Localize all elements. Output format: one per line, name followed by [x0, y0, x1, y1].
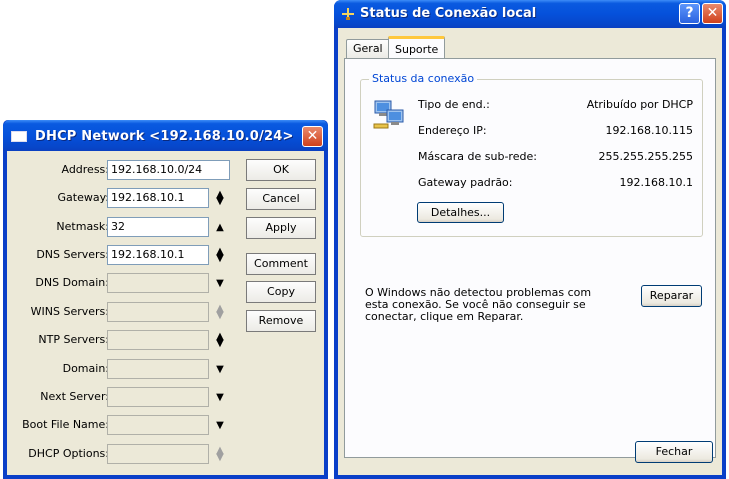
- next-server-row: Next Server: ▼: [7, 387, 247, 408]
- info-row: Tipo de end.: Atribuído por DHCP: [418, 98, 693, 114]
- dns-servers-row: DNS Servers: 192.168.10.1 ▲ ▼: [7, 245, 247, 266]
- up-arrow-icon[interactable]: ▲: [214, 223, 226, 238]
- dns-servers-label: DNS Servers:: [36, 248, 109, 261]
- connection-status-group: Status da conexão Tipo de end.: Atribuíd: [360, 72, 703, 237]
- gateway-label: Gateway:: [57, 191, 110, 204]
- dhcp-titlebar[interactable]: DHCP Network <192.168.10.0/24> ✕: [3, 120, 328, 151]
- domain-input[interactable]: [107, 359, 209, 379]
- dhcp-options-input[interactable]: [107, 444, 209, 464]
- dhcp-options-label: DHCP Options:: [28, 447, 109, 460]
- down-arrow-icon[interactable]: ▼: [214, 393, 226, 408]
- address-label: Address:: [61, 163, 109, 176]
- dhcp-network-window: DHCP Network <192.168.10.0/24> ✕ Address…: [3, 120, 328, 479]
- ntp-servers-row: NTP Servers: ▲ ▼: [7, 330, 247, 351]
- boot-file-name-label: Boot File Name:: [22, 418, 109, 431]
- suporte-panel: Status da conexão Tipo de end.: Atribuíd: [344, 58, 716, 458]
- default-gateway-value: 192.168.10.1: [619, 176, 693, 189]
- dhcp-client-area: Address: 192.168.10.0/24 Gateway: 192.16…: [7, 151, 324, 475]
- wins-servers-row: WINS Servers: ▲ ▼: [7, 302, 247, 323]
- up-down-arrows-icon[interactable]: ▲ ▼: [214, 332, 226, 349]
- domain-row: Domain: ▼: [7, 359, 247, 380]
- up-down-arrows-icon[interactable]: ▲ ▼: [214, 304, 226, 321]
- info-row: Endereço IP: 192.168.10.115: [418, 124, 693, 140]
- address-type-label: Tipo de end.:: [418, 98, 490, 111]
- up-down-arrows-icon[interactable]: ▲ ▼: [214, 446, 226, 463]
- down-arrow-icon[interactable]: ▼: [214, 421, 226, 436]
- cancel-button[interactable]: Cancel: [246, 188, 316, 210]
- netmask-input[interactable]: 32: [107, 217, 209, 237]
- close-button[interactable]: Fechar: [635, 441, 713, 463]
- down-arrow-icon[interactable]: ▼: [214, 279, 226, 294]
- network-icon: [341, 7, 355, 21]
- netmask-label: Netmask:: [56, 220, 109, 233]
- down-arrow-icon[interactable]: ▼: [214, 365, 226, 380]
- ntp-servers-label: NTP Servers:: [38, 333, 109, 346]
- next-server-input[interactable]: [107, 387, 209, 407]
- apply-button[interactable]: Apply: [246, 217, 316, 239]
- wins-servers-input[interactable]: [107, 302, 209, 322]
- comment-button[interactable]: Comment: [246, 253, 316, 275]
- status-titlebar[interactable]: Status de Conexão local ? ✕: [334, 0, 726, 28]
- boot-file-name-row: Boot File Name: ▼: [7, 415, 247, 436]
- dhcp-options-row: DHCP Options: ▲ ▼: [7, 444, 247, 465]
- netmask-row: Netmask: 32 ▲: [7, 217, 247, 238]
- close-window-button[interactable]: ✕: [702, 3, 723, 24]
- remove-button[interactable]: Remove: [246, 310, 316, 332]
- status-window-title: Status de Conexão local: [360, 6, 537, 21]
- up-down-arrows-icon[interactable]: ▲ ▼: [214, 190, 226, 207]
- subnet-mask-label: Máscara de sub-rede:: [418, 150, 537, 163]
- status-client-area: Geral Suporte Status da conexão Tipo de …: [338, 28, 722, 475]
- copy-button[interactable]: Copy: [246, 281, 316, 303]
- tab-geral[interactable]: Geral: [346, 39, 390, 58]
- close-window-button[interactable]: ✕: [302, 126, 323, 147]
- dhcp-window-title: DHCP Network <192.168.10.0/24>: [35, 129, 294, 144]
- address-input[interactable]: 192.168.10.0/24: [107, 160, 230, 180]
- subnet-mask-value: 255.255.255.255: [598, 150, 693, 163]
- tab-suporte[interactable]: Suporte: [388, 36, 446, 58]
- status-window: Status de Conexão local ? ✕ Geral Suport…: [334, 0, 726, 479]
- ip-address-label: Endereço IP:: [418, 124, 487, 137]
- default-gateway-label: Gateway padrão:: [418, 176, 513, 189]
- dns-domain-label: DNS Domain:: [35, 276, 109, 289]
- help-button[interactable]: ?: [679, 3, 700, 24]
- gateway-input[interactable]: 192.168.10.1: [107, 188, 209, 208]
- dns-servers-input[interactable]: 192.168.10.1: [107, 245, 209, 265]
- next-server-label: Next Server:: [40, 390, 109, 403]
- dns-domain-input[interactable]: [107, 273, 209, 293]
- group-title: Status da conexão: [369, 72, 478, 85]
- up-down-arrows-icon[interactable]: ▲ ▼: [214, 247, 226, 264]
- address-type-value: Atribuído por DHCP: [586, 98, 693, 111]
- network-connection-icon: [373, 98, 407, 132]
- address-row: Address: 192.168.10.0/24: [7, 160, 247, 181]
- diagnostic-message: O Windows não detectou problemas com est…: [365, 286, 592, 323]
- dns-domain-row: DNS Domain: ▼: [7, 273, 247, 294]
- info-row: Gateway padrão: 192.168.10.1: [418, 176, 693, 192]
- ok-button[interactable]: OK: [246, 159, 316, 181]
- ntp-servers-input[interactable]: [107, 330, 209, 350]
- info-row: Máscara de sub-rede: 255.255.255.255: [418, 150, 693, 166]
- gateway-row: Gateway: 192.168.10.1 ▲ ▼: [7, 188, 247, 209]
- repair-button[interactable]: Reparar: [641, 285, 702, 307]
- ip-address-value: 192.168.10.115: [605, 124, 693, 137]
- window-icon: [11, 131, 27, 142]
- boot-file-name-input[interactable]: [107, 415, 209, 435]
- details-button[interactable]: Detalhes...: [417, 202, 504, 223]
- domain-label: Domain:: [62, 362, 109, 375]
- wins-servers-label: WINS Servers:: [30, 305, 109, 318]
